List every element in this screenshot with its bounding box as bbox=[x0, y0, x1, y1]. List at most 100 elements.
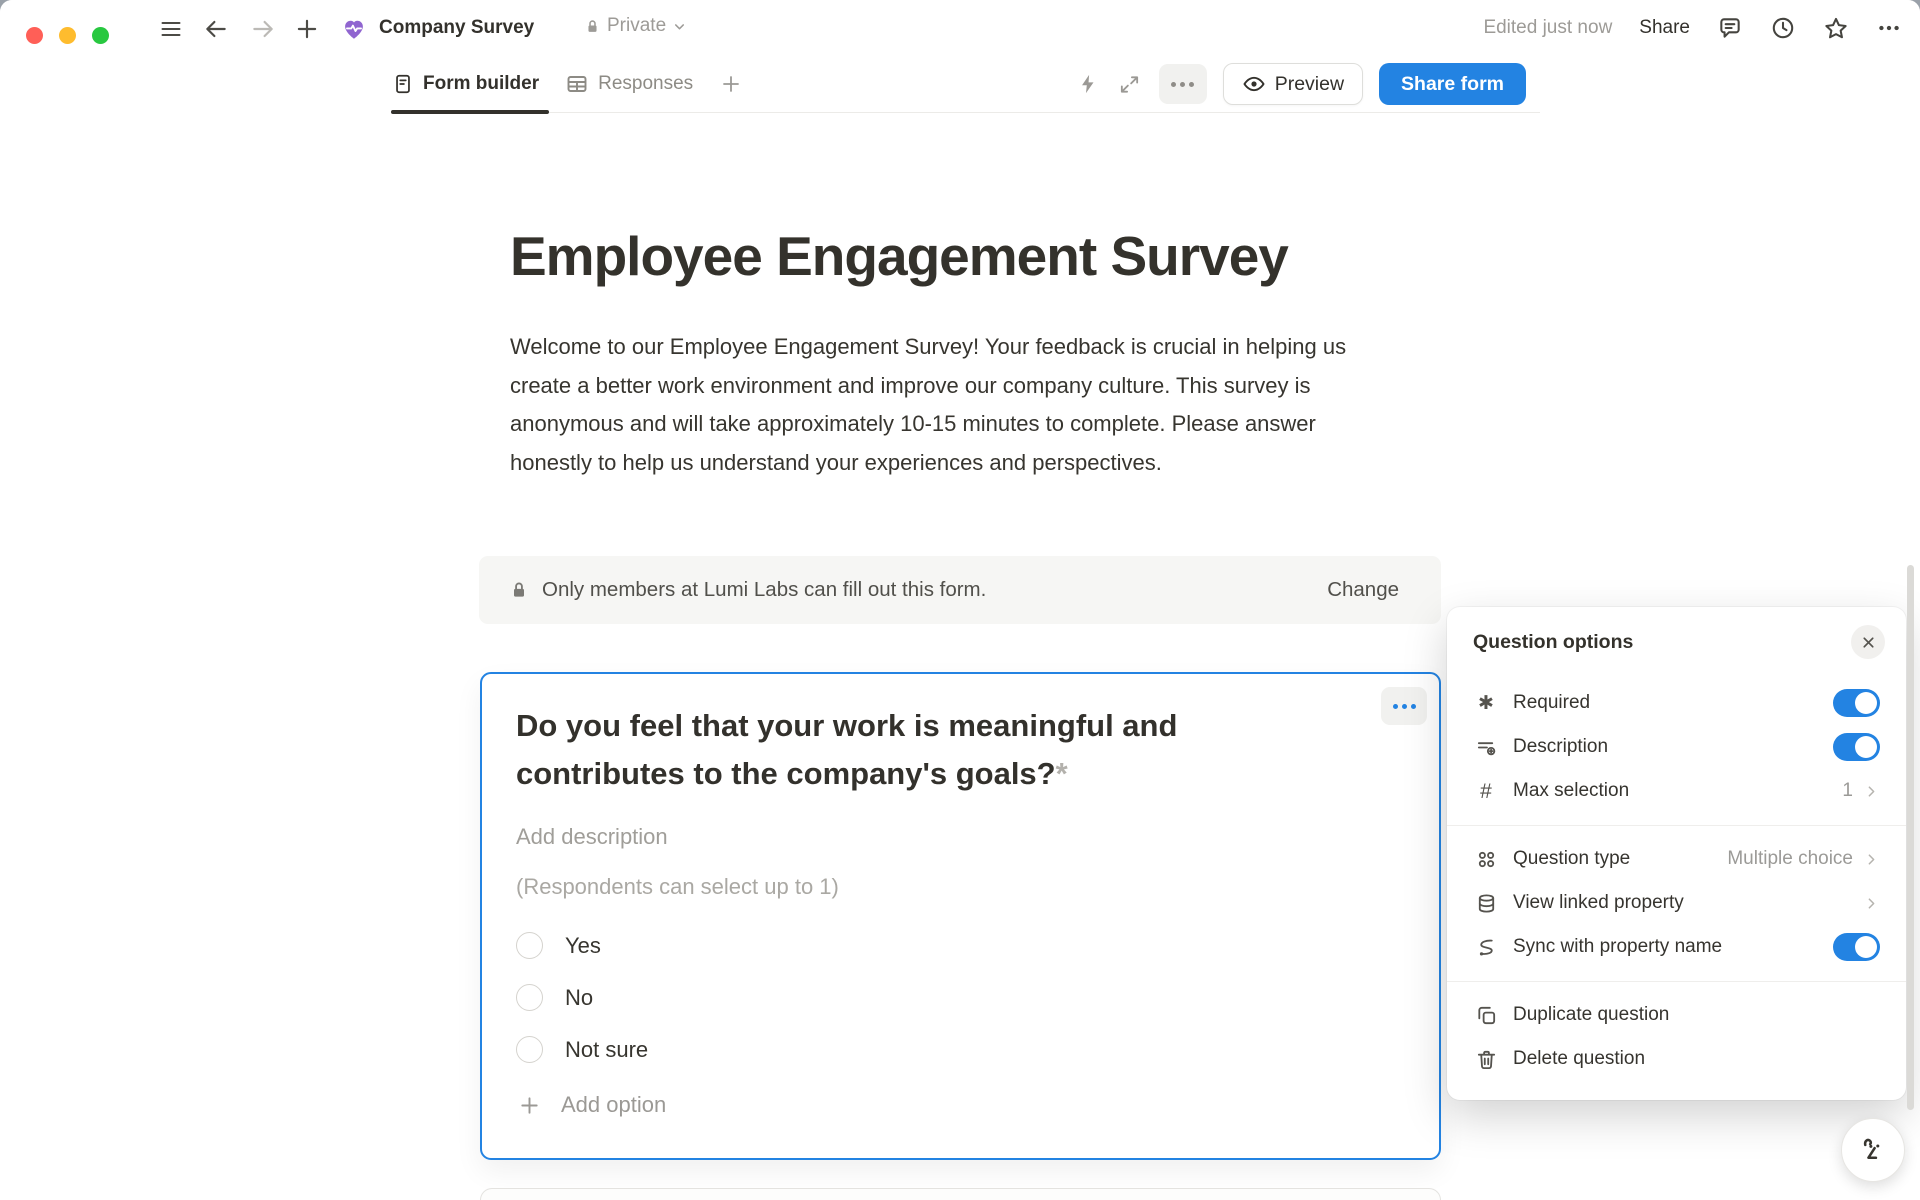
history-clock-icon[interactable] bbox=[1770, 15, 1796, 41]
option-label[interactable]: Yes bbox=[565, 933, 601, 959]
sidebar-toggle-icon[interactable] bbox=[157, 15, 185, 43]
preview-button[interactable]: Preview bbox=[1223, 63, 1363, 105]
chevron-right-icon bbox=[1863, 895, 1880, 912]
form-title[interactable]: Employee Engagement Survey bbox=[510, 224, 1288, 288]
menu-label: View linked property bbox=[1513, 892, 1684, 914]
radio-circle[interactable] bbox=[516, 984, 543, 1011]
expand-diagonal-icon[interactable] bbox=[1117, 71, 1143, 97]
menu-row-description[interactable]: Description bbox=[1447, 725, 1906, 769]
tab-responses-label: Responses bbox=[598, 73, 693, 95]
question-card[interactable]: Do you feel that your work is meaningful… bbox=[480, 672, 1441, 1160]
menu-label: Delete question bbox=[1513, 1048, 1645, 1070]
sync-toggle[interactable] bbox=[1833, 933, 1880, 961]
radio-circle[interactable] bbox=[516, 1036, 543, 1063]
lock-icon bbox=[584, 17, 601, 36]
question-description-placeholder[interactable]: Add description bbox=[516, 824, 668, 850]
question-text[interactable]: Do you feel that your work is meaningful… bbox=[516, 702, 1316, 798]
more-options-icon[interactable] bbox=[1876, 15, 1902, 41]
edited-status: Edited just now bbox=[1483, 17, 1612, 39]
window-controls bbox=[26, 27, 109, 44]
menu-row-max-selection[interactable]: # Max selection 1 bbox=[1447, 769, 1906, 813]
menu-label: Max selection bbox=[1513, 780, 1629, 802]
popup-title: Question options bbox=[1473, 631, 1633, 654]
duplicate-icon bbox=[1473, 1002, 1499, 1028]
comments-icon[interactable] bbox=[1717, 15, 1743, 41]
option-label[interactable]: No bbox=[565, 985, 593, 1011]
option-row-yes[interactable]: Yes bbox=[516, 932, 601, 959]
forward-icon[interactable] bbox=[249, 15, 277, 43]
minimize-window-button[interactable] bbox=[59, 27, 76, 44]
sync-curve-icon bbox=[1473, 934, 1499, 960]
radio-circle[interactable] bbox=[516, 932, 543, 959]
menu-label: Required bbox=[1513, 692, 1590, 714]
option-label[interactable]: Not sure bbox=[565, 1037, 648, 1063]
preview-label: Preview bbox=[1275, 73, 1344, 96]
menu-row-delete-question[interactable]: Delete question bbox=[1447, 1037, 1906, 1081]
question-type-grid-icon bbox=[1473, 846, 1499, 872]
privacy-label: Private bbox=[607, 15, 666, 37]
form-description[interactable]: Welcome to our Employee Engagement Surve… bbox=[510, 328, 1366, 482]
required-asterisk: * bbox=[1056, 756, 1068, 791]
required-toggle[interactable] bbox=[1833, 689, 1880, 717]
description-toggle[interactable] bbox=[1833, 733, 1880, 761]
menu-row-required[interactable]: ✱ Required bbox=[1447, 681, 1906, 725]
menu-row-view-linked-property[interactable]: View linked property bbox=[1447, 881, 1906, 925]
lock-icon bbox=[509, 579, 529, 601]
hash-icon: # bbox=[1473, 778, 1499, 804]
eye-icon bbox=[1242, 72, 1266, 96]
menu-row-question-type[interactable]: Question type Multiple choice bbox=[1447, 837, 1906, 881]
active-tab-underline bbox=[391, 110, 549, 114]
add-option-label: Add option bbox=[561, 1092, 666, 1118]
tab-responses[interactable]: Responses bbox=[565, 72, 693, 96]
new-tab-icon[interactable] bbox=[293, 15, 321, 43]
menu-label: Question type bbox=[1513, 848, 1630, 870]
view-tabstrip: Form builder Responses bbox=[392, 56, 1540, 113]
back-icon[interactable] bbox=[202, 15, 230, 43]
tab-form-builder[interactable]: Form builder bbox=[392, 72, 539, 96]
menu-label: Duplicate question bbox=[1513, 1004, 1669, 1026]
question-more-icon[interactable] bbox=[1381, 687, 1427, 725]
close-icon[interactable] bbox=[1851, 625, 1885, 659]
favorite-star-icon[interactable] bbox=[1823, 15, 1849, 41]
chevron-right-icon bbox=[1863, 783, 1880, 800]
add-tab-icon[interactable] bbox=[719, 71, 745, 97]
tab-form-builder-label: Form builder bbox=[423, 73, 539, 95]
document-title[interactable]: Company Survey bbox=[379, 17, 534, 39]
trash-icon bbox=[1473, 1046, 1499, 1072]
access-notice-text: Only members at Lumi Labs can fill out t… bbox=[542, 578, 986, 602]
menu-row-sync-property-name[interactable]: Sync with property name bbox=[1447, 925, 1906, 969]
option-row-no[interactable]: No bbox=[516, 984, 593, 1011]
scrollbar-thumb[interactable] bbox=[1907, 565, 1914, 1110]
plus-icon bbox=[518, 1094, 541, 1117]
menu-row-duplicate-question[interactable]: Duplicate question bbox=[1447, 993, 1906, 1037]
privacy-dropdown[interactable]: Private bbox=[584, 15, 687, 37]
share-form-button[interactable]: Share form bbox=[1379, 63, 1526, 105]
automations-lightning-icon[interactable] bbox=[1075, 71, 1101, 97]
question-type-value: Multiple choice bbox=[1727, 848, 1853, 870]
next-question-card-edge[interactable] bbox=[480, 1188, 1441, 1200]
question-text-value: Do you feel that your work is meaningful… bbox=[516, 708, 1177, 791]
toolbar-more-icon[interactable] bbox=[1159, 64, 1207, 104]
chevron-right-icon bbox=[1863, 851, 1880, 868]
notion-ai-face-button[interactable] bbox=[1841, 1118, 1905, 1182]
selection-hint: (Respondents can select up to 1) bbox=[516, 874, 839, 900]
menu-divider bbox=[1447, 981, 1906, 982]
max-selection-value: 1 bbox=[1842, 780, 1853, 802]
description-lines-icon bbox=[1473, 734, 1499, 760]
page-heart-pulse-icon bbox=[341, 16, 367, 42]
menu-label: Description bbox=[1513, 736, 1608, 758]
option-row-not-sure[interactable]: Not sure bbox=[516, 1036, 648, 1063]
question-options-popup: Question options ✱ Required Description … bbox=[1447, 607, 1906, 1100]
access-notice-bar: Only members at Lumi Labs can fill out t… bbox=[479, 556, 1441, 624]
notion-window: Company Survey Private Edited just now S… bbox=[0, 0, 1920, 1200]
chevron-down-icon bbox=[672, 19, 687, 34]
fullscreen-window-button[interactable] bbox=[92, 27, 109, 44]
add-option-button[interactable]: Add option bbox=[518, 1092, 666, 1118]
menu-label: Sync with property name bbox=[1513, 936, 1722, 958]
database-icon bbox=[1473, 890, 1499, 916]
close-window-button[interactable] bbox=[26, 27, 43, 44]
asterisk-icon: ✱ bbox=[1473, 690, 1499, 716]
change-access-button[interactable]: Change bbox=[1327, 578, 1399, 602]
form-actions: Preview Share form bbox=[1075, 62, 1526, 106]
share-button[interactable]: Share bbox=[1639, 17, 1690, 39]
